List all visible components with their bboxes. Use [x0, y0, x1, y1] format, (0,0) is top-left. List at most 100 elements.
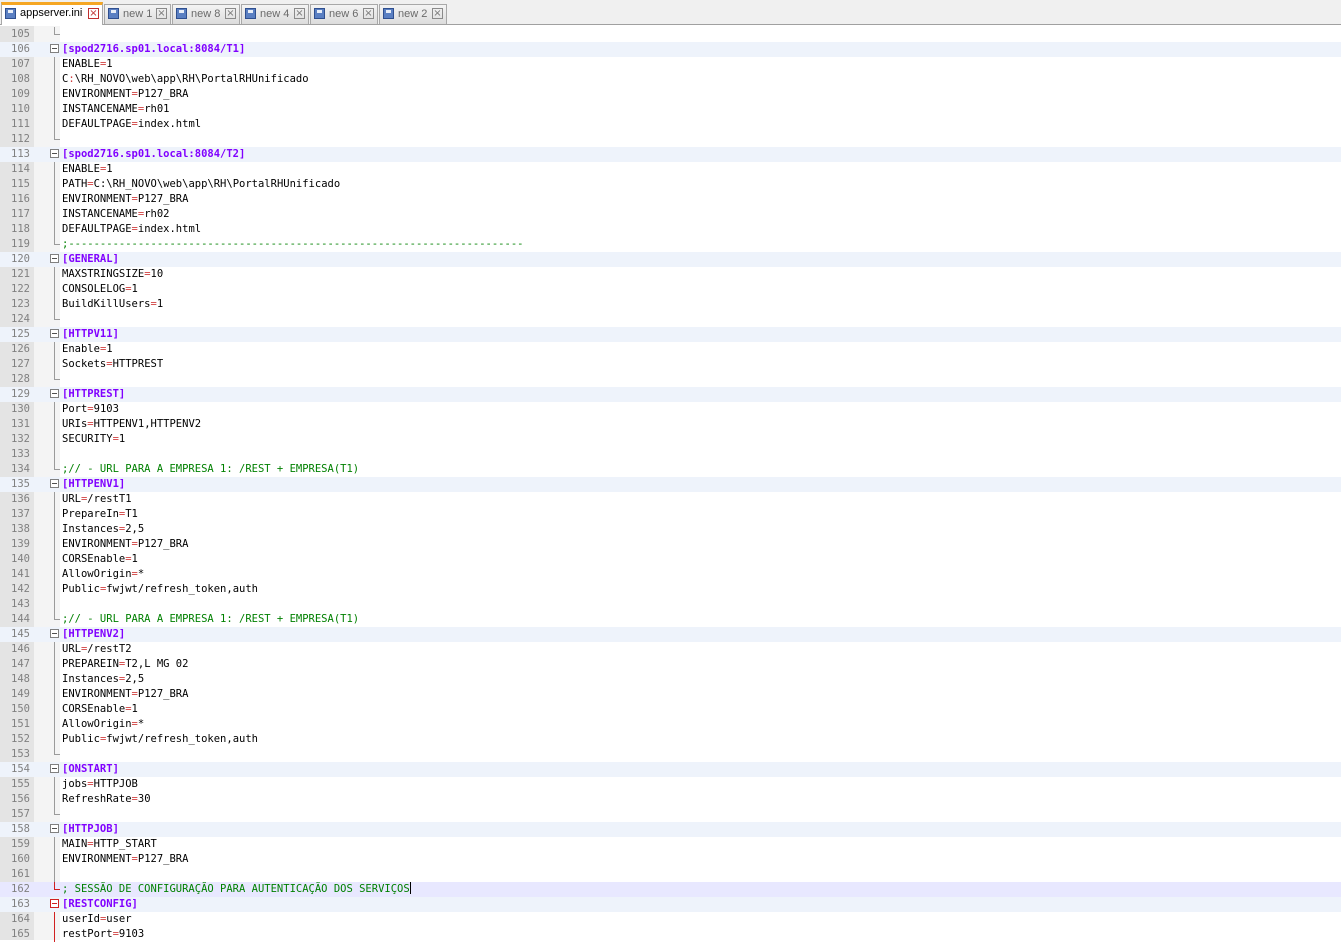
code-line[interactable]: 133	[0, 447, 1341, 462]
code-line[interactable]: 146 URL=/restT2	[0, 642, 1341, 657]
code-text: [RESTCONFIG]	[62, 898, 138, 910]
code-line[interactable]: 140 CORSEnable=1	[0, 552, 1341, 567]
code-line[interactable]: 137 PrepareIn=T1	[0, 507, 1341, 522]
line-number: 148	[11, 673, 30, 685]
code-line[interactable]: 142 Public=fwjwt/refresh_token,auth	[0, 582, 1341, 597]
code-line[interactable]: 141 AllowOrigin=*	[0, 567, 1341, 582]
fold-toggle-icon[interactable]	[50, 479, 59, 488]
code-line[interactable]: 147 PREPAREIN=T2,L MG 02	[0, 657, 1341, 672]
line-number: 161	[11, 868, 30, 880]
code-line[interactable]: 129 [HTTPREST]	[0, 387, 1341, 402]
code-line[interactable]: 134 ;// - URL PARA A EMPRESA 1: /REST + E…	[0, 462, 1341, 477]
code-line[interactable]: 155 jobs=HTTPJOB	[0, 777, 1341, 792]
fold-guide	[54, 867, 55, 882]
code-line[interactable]: 138 Instances=2,5	[0, 522, 1341, 537]
close-tab-icon[interactable]: ×	[294, 8, 305, 19]
code-line[interactable]: 160 ENVIRONMENT=P127_BRA	[0, 852, 1341, 867]
tab-new-8[interactable]: new 8 ×	[172, 4, 240, 24]
line-number: 125	[11, 328, 30, 340]
code-line[interactable]: 131 URIs=HTTPENV1,HTTPENV2	[0, 417, 1341, 432]
code-line[interactable]: 112	[0, 132, 1341, 147]
code-line[interactable]: 144 ;// - URL PARA A EMPRESA 1: /REST + E…	[0, 612, 1341, 627]
code-editor[interactable]: 105 106 [spod2716.sp01.local:8084/T1] 107 EN…	[0, 26, 1341, 942]
code-line[interactable]: 161	[0, 867, 1341, 882]
code-line[interactable]: 116 ENVIRONMENT=P127_BRA	[0, 192, 1341, 207]
code-text: userId=user	[62, 913, 132, 925]
code-line[interactable]: 107 ENABLE=1	[0, 57, 1341, 72]
fold-toggle-icon[interactable]	[50, 629, 59, 638]
code-line[interactable]: 114 ENABLE=1	[0, 162, 1341, 177]
close-tab-icon[interactable]: ×	[363, 8, 374, 19]
code-line[interactable]: 105	[0, 27, 1341, 42]
code-line[interactable]: 127 Sockets=HTTPREST	[0, 357, 1341, 372]
code-line[interactable]: 148 Instances=2,5	[0, 672, 1341, 687]
fold-toggle-icon[interactable]	[50, 899, 59, 908]
fold-guide	[54, 507, 55, 522]
code-line[interactable]: 152 Public=fwjwt/refresh_token,auth	[0, 732, 1341, 747]
close-tab-icon[interactable]: ×	[156, 8, 167, 19]
code-text: Public=fwjwt/refresh_token,auth	[62, 583, 258, 595]
code-line[interactable]: 154 [ONSTART]	[0, 762, 1341, 777]
fold-guide	[54, 777, 55, 792]
fold-toggle-icon[interactable]	[50, 254, 59, 263]
fold-toggle-icon[interactable]	[50, 389, 59, 398]
code-line[interactable]: 123 BuildKillUsers=1	[0, 297, 1341, 312]
code-line[interactable]: 119 ;------------------------------------…	[0, 237, 1341, 252]
code-line[interactable]: 109 ENVIRONMENT=P127_BRA	[0, 87, 1341, 102]
code-line[interactable]: 156 RefreshRate=30	[0, 792, 1341, 807]
tab-new-6[interactable]: new 6 ×	[310, 4, 378, 24]
code-line[interactable]: 150 CORSEnable=1	[0, 702, 1341, 717]
close-tab-icon[interactable]: ×	[88, 8, 99, 19]
tab-new-4[interactable]: new 4 ×	[241, 4, 309, 24]
code-line[interactable]: 132 SECURITY=1	[0, 432, 1341, 447]
code-line[interactable]: 163 [RESTCONFIG]	[0, 897, 1341, 912]
code-line[interactable]: 124	[0, 312, 1341, 327]
code-line[interactable]: 162 ; SESSÃO DE CONFIGURAÇÃO PARA AUTENTI…	[0, 882, 1341, 897]
code-line[interactable]: 143	[0, 597, 1341, 612]
code-line[interactable]: 126 Enable=1	[0, 342, 1341, 357]
fold-toggle-icon[interactable]	[50, 44, 59, 53]
fold-guide	[54, 657, 55, 672]
code-line[interactable]: 130 Port=9103	[0, 402, 1341, 417]
code-line[interactable]: 157	[0, 807, 1341, 822]
code-line[interactable]: 113 [spod2716.sp01.local:8084/T2]	[0, 147, 1341, 162]
code-line[interactable]: 158 [HTTPJOB]	[0, 822, 1341, 837]
code-line[interactable]: 135 [HTTPENV1]	[0, 477, 1341, 492]
code-line[interactable]: 128	[0, 372, 1341, 387]
line-number: 119	[11, 238, 30, 250]
tab-appserver-ini[interactable]: appserver.ini ×	[1, 2, 103, 25]
fold-toggle-icon[interactable]	[50, 764, 59, 773]
code-line[interactable]: 118 DEFAULTPAGE=index.html	[0, 222, 1341, 237]
code-line[interactable]: 106 [spod2716.sp01.local:8084/T1]	[0, 42, 1341, 57]
tab-label: new 4	[260, 8, 290, 20]
code-line[interactable]: 153	[0, 747, 1341, 762]
close-tab-icon[interactable]: ×	[225, 8, 236, 19]
code-line[interactable]: 151 AllowOrigin=*	[0, 717, 1341, 732]
code-line[interactable]: 125 [HTTPV11]	[0, 327, 1341, 342]
code-line[interactable]: 115 PATH=C:\RH_NOVO\web\app\RH\PortalRHUn…	[0, 177, 1341, 192]
code-line[interactable]: 121 MAXSTRINGSIZE=10	[0, 267, 1341, 282]
fold-toggle-icon[interactable]	[50, 824, 59, 833]
fold-toggle-icon[interactable]	[50, 149, 59, 158]
code-line[interactable]: 145 [HTTPENV2]	[0, 627, 1341, 642]
code-line[interactable]: 117 INSTANCENAME=rh02	[0, 207, 1341, 222]
code-line[interactable]: 111 DEFAULTPAGE=index.html	[0, 117, 1341, 132]
close-tab-icon[interactable]: ×	[432, 8, 443, 19]
code-text: C:\RH_NOVO\web\app\RH\PortalRHUnificado	[62, 73, 309, 85]
code-text: DEFAULTPAGE=index.html	[62, 118, 202, 130]
code-text: Instances=2,5	[62, 523, 145, 535]
code-line[interactable]: 122 CONSOLELOG=1	[0, 282, 1341, 297]
tab-new-2[interactable]: new 2 ×	[379, 4, 447, 24]
code-line[interactable]: 108 C:\RH_NOVO\web\app\RH\PortalRHUnifica…	[0, 72, 1341, 87]
code-line[interactable]: 136 URL=/restT1	[0, 492, 1341, 507]
fold-toggle-icon[interactable]	[50, 329, 59, 338]
code-line[interactable]: 110 INSTANCENAME=rh01	[0, 102, 1341, 117]
code-text: [HTTPV11]	[62, 328, 119, 340]
code-line[interactable]: 164 userId=user	[0, 912, 1341, 927]
line-number: 139	[11, 538, 30, 550]
code-line[interactable]: 139 ENVIRONMENT=P127_BRA	[0, 537, 1341, 552]
code-line[interactable]: 159 MAIN=HTTP_START	[0, 837, 1341, 852]
tab-new-1[interactable]: new 1 ×	[104, 4, 171, 24]
code-line[interactable]: 149 ENVIRONMENT=P127_BRA	[0, 687, 1341, 702]
code-line[interactable]: 120 [GENERAL]	[0, 252, 1341, 267]
